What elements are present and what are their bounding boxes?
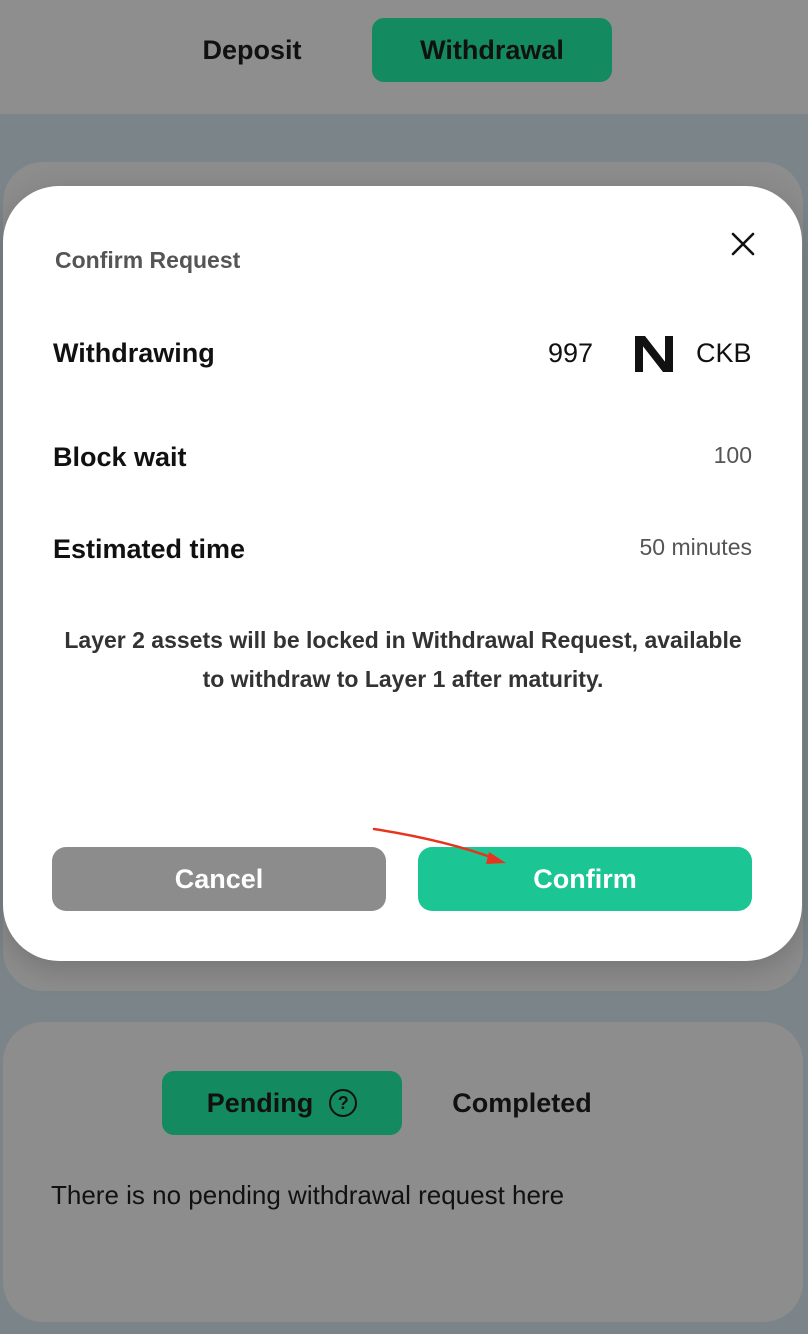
- requests-card: [3, 1022, 803, 1322]
- tab-withdrawal[interactable]: Withdrawal: [372, 18, 612, 82]
- top-bar: Deposit Withdrawal: [0, 0, 808, 114]
- tab-pending[interactable]: Pending ?: [162, 1071, 402, 1135]
- token-symbol: CKB: [696, 338, 752, 368]
- confirm-request-modal: Confirm Request Withdrawing 997 CKB Bloc…: [3, 186, 802, 961]
- modal-title: Confirm Request: [55, 247, 241, 273]
- tab-completed[interactable]: Completed: [420, 1071, 624, 1135]
- tab-pending-label: Pending: [206, 1087, 314, 1118]
- close-icon[interactable]: [727, 228, 759, 260]
- withdraw-amount: 997: [548, 338, 594, 368]
- tab-deposit[interactable]: Deposit: [150, 18, 354, 82]
- estimated-time-label: Estimated time: [53, 534, 246, 564]
- block-wait-value: 100: [713, 442, 752, 468]
- estimated-time-value: 50 minutes: [639, 534, 752, 560]
- empty-requests-message: There is no pending withdrawal request h…: [51, 1180, 565, 1210]
- help-icon[interactable]: ?: [329, 1089, 358, 1117]
- cancel-button[interactable]: Cancel: [52, 847, 386, 911]
- nervos-logo-icon: [635, 336, 673, 372]
- block-wait-label: Block wait: [53, 442, 187, 472]
- confirm-button[interactable]: Confirm: [418, 847, 752, 911]
- maturity-note: Layer 2 assets will be locked in Withdra…: [64, 627, 742, 692]
- withdrawing-label: Withdrawing: [53, 338, 215, 368]
